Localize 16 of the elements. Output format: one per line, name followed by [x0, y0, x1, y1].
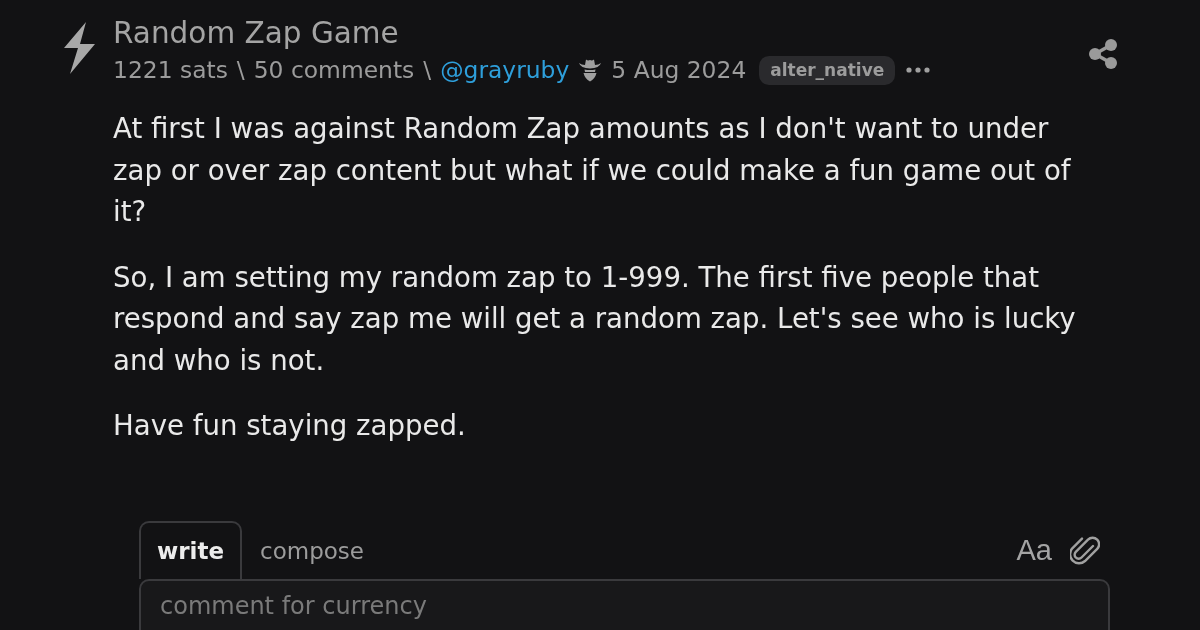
text-format-button[interactable]: Aa: [1016, 533, 1052, 566]
editor-tab[interactable]: compose: [242, 520, 382, 579]
more-icon[interactable]: [906, 67, 931, 73]
separator-text: \: [236, 55, 245, 85]
share-icon[interactable]: [1088, 38, 1118, 70]
cowboy-hat-icon: [578, 58, 603, 82]
post-paragraph: Have fun staying zapped.: [113, 408, 467, 444]
post-date: 5 Aug 2024: [611, 55, 747, 85]
post-paragraph: At first I was against Random Zap amounts as I don't want to under zap or over zap content but what if we could make a fun game out of it?: [113, 111, 1072, 230]
comments-link[interactable]: 50 comments: [253, 55, 415, 85]
territory-tag[interactable]: alter_native: [759, 55, 896, 85]
separator-text: \: [423, 55, 432, 85]
author-link[interactable]: @grayruby: [440, 55, 570, 85]
comment-input[interactable]: comment for currency: [139, 578, 1110, 630]
post-paragraph: So, I am setting my random zap to 1-999. The first five people that respond and say zap me will get a random zap. Let's see who is lucky and who is not.: [113, 259, 1077, 379]
sats-count[interactable]: 1221 sats: [113, 55, 228, 85]
